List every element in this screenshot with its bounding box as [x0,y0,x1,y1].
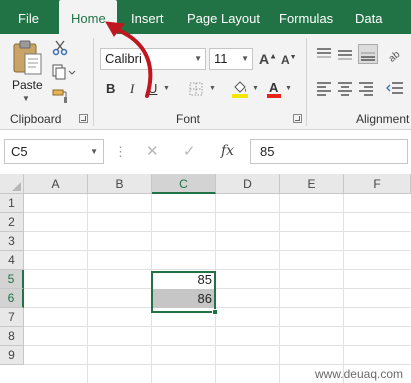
enter-icon[interactable]: ✓ [183,142,196,160]
column-header-c[interactable]: C [152,174,216,194]
cancel-icon[interactable]: ✕ [146,142,159,160]
decrease-font-icon[interactable]: A▼ [281,53,297,67]
orientation-icon[interactable]: ab [386,46,402,62]
fill-handle[interactable] [212,309,218,315]
paste-icon[interactable] [12,40,44,76]
font-color-icon[interactable]: A [266,80,282,98]
gridline [24,307,411,308]
font-name-combo[interactable]: Calibri ▼ [100,48,206,70]
name-box-value: C5 [11,144,28,159]
borders-icon[interactable] [189,82,203,96]
column-header-d[interactable]: D [216,174,280,194]
font-name-value: Calibri [105,51,142,66]
paste-dropdown-icon[interactable]: ▼ [22,94,30,103]
row-header-1[interactable]: 1 [0,194,24,213]
tab-file[interactable]: File [18,0,39,34]
chevron-down-icon[interactable]: ▼ [90,140,98,163]
gridline [24,269,411,270]
format-painter-icon[interactable] [52,88,68,104]
gridline [24,326,411,327]
decrease-indent-icon[interactable] [386,80,404,96]
row-header-8[interactable]: 8 [0,327,24,346]
font-color-dropdown-icon[interactable]: ▼ [285,85,292,92]
align-bottom-icon[interactable] [358,44,378,64]
gridline [24,288,411,289]
row-header-6[interactable]: 6 [0,289,24,308]
chevron-down-icon[interactable]: ▼ [194,49,202,69]
clipboard-group-label: Clipboard [10,112,62,126]
align-middle-icon[interactable] [337,46,353,62]
gridline [24,364,411,365]
ribbon: Paste ▼ Clipboard Calibri ▼ 11 ▼ A▲ A▼ B… [0,34,411,130]
insert-function-icon[interactable]: fx [221,143,234,159]
row-header-2[interactable]: 2 [0,213,24,232]
column-header-a[interactable]: A [24,174,88,194]
row-header-5[interactable]: 5 [0,270,24,289]
gridline [24,345,411,346]
column-header-e[interactable]: E [280,174,344,194]
align-left-icon[interactable] [316,80,332,96]
formula-bar-grip-icon[interactable]: ⋮ [114,144,127,160]
align-center-icon[interactable] [337,80,353,96]
group-divider [306,38,307,126]
clipboard-launcher-icon[interactable] [79,114,88,123]
svg-text:A: A [269,80,279,95]
formula-input[interactable]: 85 [250,139,408,164]
alignment-group-label: Alignment [356,112,410,126]
cut-icon[interactable] [52,40,68,56]
font-size-value: 11 [214,51,228,66]
name-box[interactable]: C5 ▼ [4,139,104,164]
column-header-f[interactable]: F [344,174,411,194]
tab-home[interactable]: Home [59,0,117,34]
tab-page-layout[interactable]: Page Layout [187,0,260,34]
copy-icon[interactable] [52,64,76,80]
tab-insert[interactable]: Insert [131,0,164,34]
underline-icon[interactable]: U [148,81,157,96]
gridline [24,250,411,251]
row-header-7[interactable]: 7 [0,308,24,327]
gridline [24,212,411,213]
tab-data[interactable]: Data [355,0,382,34]
selection-range [151,271,216,313]
fill-color-icon[interactable] [231,80,249,98]
row-header-9[interactable]: 9 [0,346,24,365]
watermark: www.deuaq.com [314,367,403,381]
increase-font-icon[interactable]: A▲ [259,51,277,67]
gridline [24,231,411,232]
column-header-b[interactable]: B [88,174,152,194]
row-header-4[interactable]: 4 [0,251,24,270]
font-group-label: Font [176,112,201,126]
borders-dropdown-icon[interactable]: ▼ [209,85,216,92]
align-right-icon[interactable] [358,80,374,96]
font-launcher-icon[interactable] [293,114,302,123]
align-top-icon[interactable] [316,46,332,62]
group-divider [93,38,94,126]
underline-dropdown-icon[interactable]: ▼ [163,85,170,92]
bold-icon[interactable]: B [106,81,115,96]
svg-text:ab: ab [387,49,402,62]
select-all-button[interactable] [0,174,24,194]
tab-formulas[interactable]: Formulas [279,0,333,34]
chevron-down-icon[interactable]: ▼ [241,49,249,69]
ribbon-tab-bar: File Home Insert Page Layout Formulas Da… [0,0,411,34]
paste-button[interactable]: Paste [12,78,43,92]
worksheet-grid[interactable]: A B C D E F 1 2 3 4 5 6 7 8 9 85 86 www.… [0,174,411,383]
formula-bar: C5 ▼ ⋮ ✕ ✓ fx 85 [0,130,411,174]
italic-icon[interactable]: I [130,81,134,97]
fill-color-dropdown-icon[interactable]: ▼ [252,85,259,92]
row-header-3[interactable]: 3 [0,232,24,251]
font-size-combo[interactable]: 11 ▼ [209,48,253,70]
